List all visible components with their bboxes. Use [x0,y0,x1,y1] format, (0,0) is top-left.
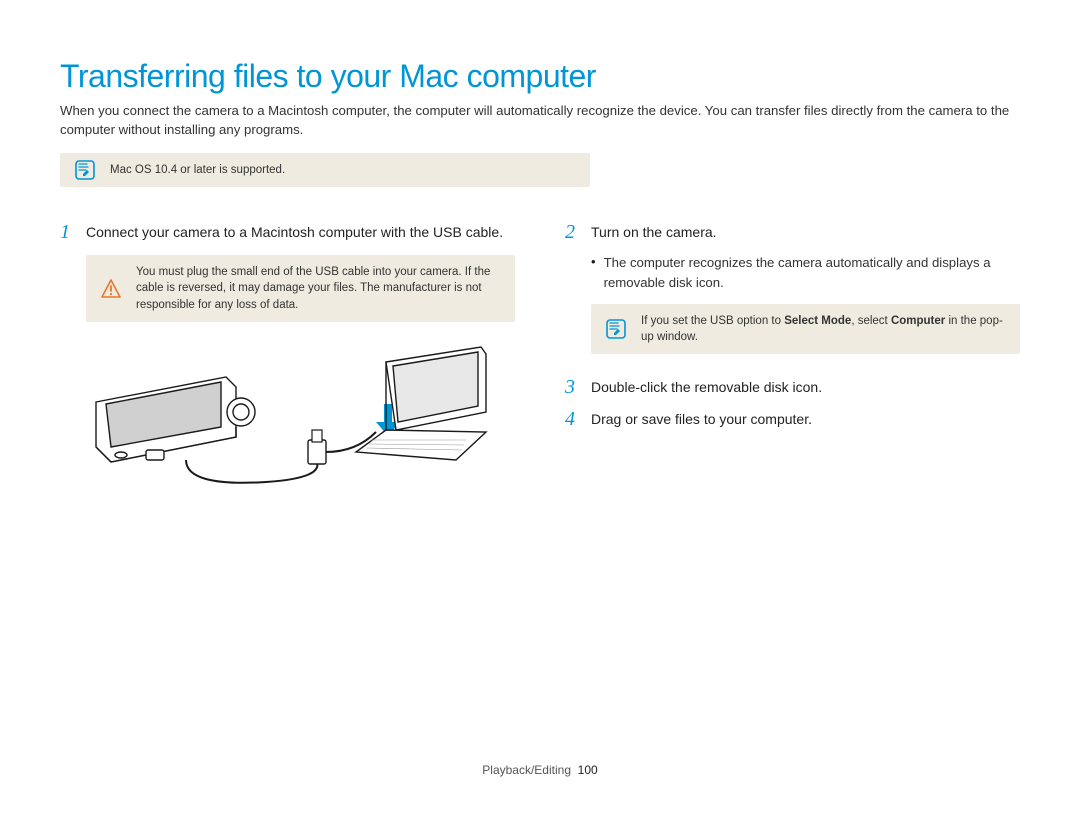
page-footer: Playback/Editing 100 [0,763,1080,777]
step-1: 1 Connect your camera to a Macintosh com… [60,221,515,243]
note-icon [74,159,96,181]
step-number: 1 [60,221,76,243]
left-column: 1 Connect your camera to a Macintosh com… [60,221,515,491]
step-3: 3 Double-click the removable disk icon. [565,376,1020,398]
info-text: If you set the USB option to Select Mode… [641,315,1003,343]
step-2-bullet: • The computer recognizes the camera aut… [591,253,1020,291]
step-4: 4 Drag or save files to your computer. [565,408,1020,430]
warning-box: You must plug the small end of the USB c… [86,255,515,321]
note-icon [605,318,627,340]
info-prefix: If you set the USB option to [641,315,784,327]
info-box: If you set the USB option to Select Mode… [591,304,1020,354]
warning-text: You must plug the small end of the USB c… [136,266,490,310]
content-columns: 1 Connect your camera to a Macintosh com… [60,221,1020,491]
info-mid: , select [851,315,891,327]
top-note-text: Mac OS 10.4 or later is supported. [110,164,285,176]
bullet-text: The computer recognizes the camera autom… [604,253,1020,291]
step-text: Turn on the camera. [591,221,717,243]
step-number: 2 [565,221,581,243]
info-bold-1: Select Mode [784,315,851,327]
info-bold-2: Computer [891,315,945,327]
page-title: Transferring files to your Mac computer [60,58,1020,95]
step-text: Drag or save files to your computer. [591,408,812,430]
warning-icon [100,278,122,300]
footer-page-number: 100 [578,763,598,777]
step-number: 4 [565,408,581,430]
right-column: 2 Turn on the camera. • The computer rec… [565,221,1020,491]
step-text: Double-click the removable disk icon. [591,376,822,398]
step-number: 3 [565,376,581,398]
top-note-box: Mac OS 10.4 or later is supported. [60,153,590,187]
bullet-dot: • [591,253,596,291]
connection-illustration [86,342,496,492]
footer-section: Playback/Editing [482,763,571,777]
step-2: 2 Turn on the camera. [565,221,1020,243]
step-text: Connect your camera to a Macintosh compu… [86,221,503,243]
intro-text: When you connect the camera to a Macinto… [60,101,1020,139]
